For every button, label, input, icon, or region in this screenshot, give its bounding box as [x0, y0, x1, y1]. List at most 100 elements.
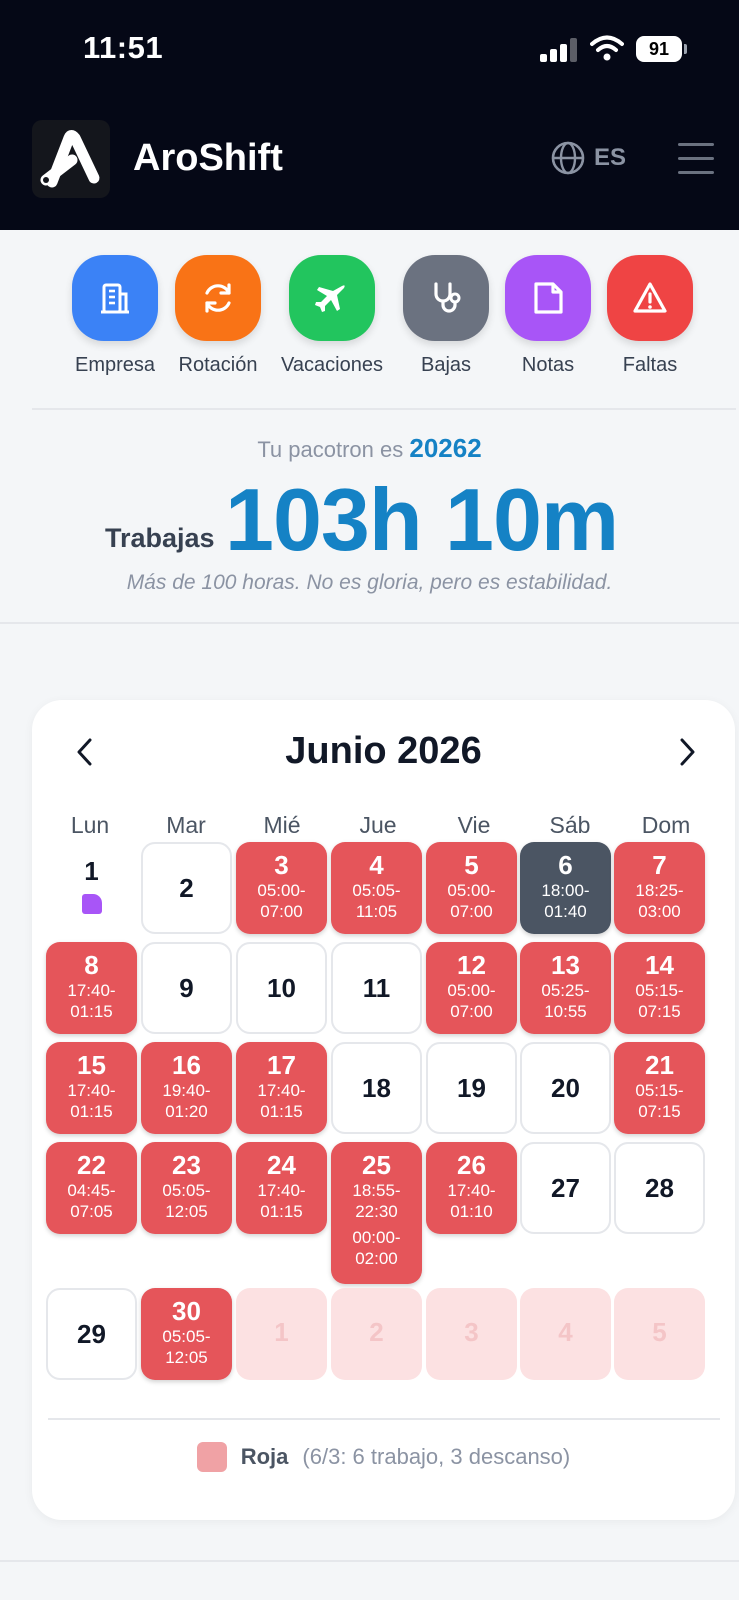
calendar-day[interactable]: 2 [141, 842, 232, 934]
day-number: 12 [457, 950, 486, 980]
calendar-day[interactable]: 29 [46, 1288, 137, 1380]
wifi-icon [590, 35, 624, 61]
shift-time: 18:55- [352, 1181, 401, 1200]
calendar-day[interactable]: 6 18:00- 01:40 [520, 842, 611, 934]
note-icon [534, 282, 563, 314]
calendar-day[interactable]: 3 05:00- 07:00 [236, 842, 327, 934]
rotation-legend: Roja (6/3: 6 trabajo, 3 descanso) [32, 1442, 735, 1472]
calendar-day[interactable]: 7 18:25- 03:00 [614, 842, 705, 934]
status-bar: 11:51 91 [0, 0, 739, 100]
shift-time: 05:15- [635, 981, 684, 1000]
shift-time: 07:15 [638, 1102, 681, 1121]
logo-icon [40, 130, 100, 188]
calendar-day[interactable]: 22 04:45- 07:05 [46, 1142, 137, 1234]
weekday-label: Mié [263, 812, 301, 838]
action-rotacion[interactable]: Rotación [163, 255, 273, 377]
shift-time: 17:40- [67, 981, 116, 1000]
weekday-label: Lun [70, 812, 110, 838]
calendar-day[interactable]: 23 05:05- 12:05 [141, 1142, 232, 1234]
pacotron-line: Tu pacotron es 20262 [0, 433, 739, 464]
refresh-icon [205, 283, 231, 313]
calendar-day[interactable]: 1 [46, 842, 137, 934]
day-number: 20 [551, 1073, 580, 1103]
chevron-right-icon[interactable] [672, 734, 702, 770]
action-label: Bajas [420, 354, 472, 376]
calendar-day[interactable]: 11 [331, 942, 422, 1034]
day-number: 17 [267, 1050, 296, 1080]
calendar-day[interactable]: 13 05:25- 10:55 [520, 942, 611, 1034]
calendar-day[interactable]: 20 [520, 1042, 611, 1134]
day-number: 29 [77, 1319, 106, 1349]
day-number: 2 [369, 1317, 384, 1347]
calendar-day[interactable]: 30 05:05- 12:05 [141, 1288, 232, 1380]
action-bajas-circle [403, 255, 489, 341]
calendar-day[interactable]: 5 05:00- 07:00 [426, 842, 517, 934]
calendar-day[interactable]: 9 [141, 942, 232, 1034]
divider [0, 1560, 739, 1562]
shift-time: 10:55 [544, 1002, 587, 1021]
shift-time: 05:15- [635, 1081, 684, 1100]
action-bajas[interactable]: Bajas [391, 255, 501, 377]
calendar-day[interactable]: 16 19:40- 01:20 [141, 1042, 232, 1134]
action-empresa[interactable]: Empresa [60, 255, 170, 377]
calendar-day[interactable]: 19 [426, 1042, 517, 1134]
calendar-day[interactable]: 27 [520, 1142, 611, 1234]
day-number: 7 [652, 850, 667, 880]
day-number: 8 [84, 950, 99, 980]
action-vacaciones[interactable]: Vacaciones [277, 255, 387, 377]
calendar-day[interactable]: 24 17:40- 01:15 [236, 1142, 327, 1234]
hours-summary: Tu pacotron es 20262 Trabajas 103h 10m M… [0, 425, 739, 625]
shift-time: 01:15 [70, 1102, 113, 1121]
action-faltas-circle [607, 255, 693, 341]
shift-time: 07:05 [70, 1202, 113, 1221]
hours-total: 103h 10m [225, 470, 619, 569]
day-number: 3 [274, 850, 289, 880]
shift-time: 05:05- [162, 1181, 211, 1200]
shift-time: 01:20 [165, 1102, 208, 1121]
globe-icon [551, 141, 585, 175]
month-title: Junio 2026 [285, 730, 482, 772]
calendar-day[interactable]: 28 [614, 1142, 705, 1234]
quick-actions: Empresa Rotación Vacaciones Bajas Notas … [0, 255, 739, 385]
day-number: 23 [172, 1150, 201, 1180]
shift-time: 01:15 [260, 1202, 303, 1221]
calendar-day[interactable]: 18 [331, 1042, 422, 1134]
shift-time: 07:00 [450, 1002, 493, 1021]
app-title: AroShift [133, 137, 283, 179]
calendar-day[interactable]: 8 17:40- 01:15 [46, 942, 137, 1034]
menu-icon[interactable] [678, 143, 714, 175]
calendar-day[interactable]: 10 [236, 942, 327, 1034]
shift-time: 05:00- [257, 881, 306, 900]
day-number: 6 [558, 850, 573, 880]
language-code: ES [594, 144, 627, 171]
shift-time: 05:00- [447, 881, 496, 900]
day-number: 27 [551, 1173, 580, 1203]
action-label: Faltas [622, 354, 678, 376]
shift-time: 01:15 [70, 1002, 113, 1021]
day-number: 21 [645, 1050, 674, 1080]
day-number: 19 [457, 1073, 486, 1103]
action-label: Notas [521, 354, 575, 376]
day-number: 5 [652, 1317, 667, 1347]
action-notas[interactable]: Notas [493, 255, 603, 377]
shift-time: 17:40- [257, 1081, 306, 1100]
day-number: 1 [274, 1317, 289, 1347]
shift-time: 19:40- [162, 1081, 211, 1100]
shift-time: 02:00 [355, 1249, 398, 1268]
battery-level: 91 [636, 36, 682, 62]
shift-time: 01:15 [260, 1102, 303, 1121]
shift-time: 01:10 [450, 1202, 493, 1221]
day-number: 11 [362, 973, 391, 1003]
calendar-day[interactable]: 17 17:40- 01:15 [236, 1042, 327, 1134]
calendar-day[interactable]: 4 05:05- 11:05 [331, 842, 422, 934]
calendar-day[interactable]: 21 05:15- 07:15 [614, 1042, 705, 1134]
calendar-day[interactable]: 25 18:55- 22:30 00:00- 02:00 [331, 1142, 422, 1284]
day-number: 30 [172, 1296, 201, 1326]
calendar-day[interactable]: 14 05:15- 07:15 [614, 942, 705, 1034]
language-selector[interactable]: ES [550, 140, 626, 176]
calendar-day[interactable]: 15 17:40- 01:15 [46, 1042, 137, 1134]
app-logo[interactable] [32, 120, 110, 198]
calendar-day[interactable]: 12 05:00- 07:00 [426, 942, 517, 1034]
action-faltas[interactable]: Faltas [595, 255, 705, 377]
calendar-day[interactable]: 26 17:40- 01:10 [426, 1142, 517, 1234]
